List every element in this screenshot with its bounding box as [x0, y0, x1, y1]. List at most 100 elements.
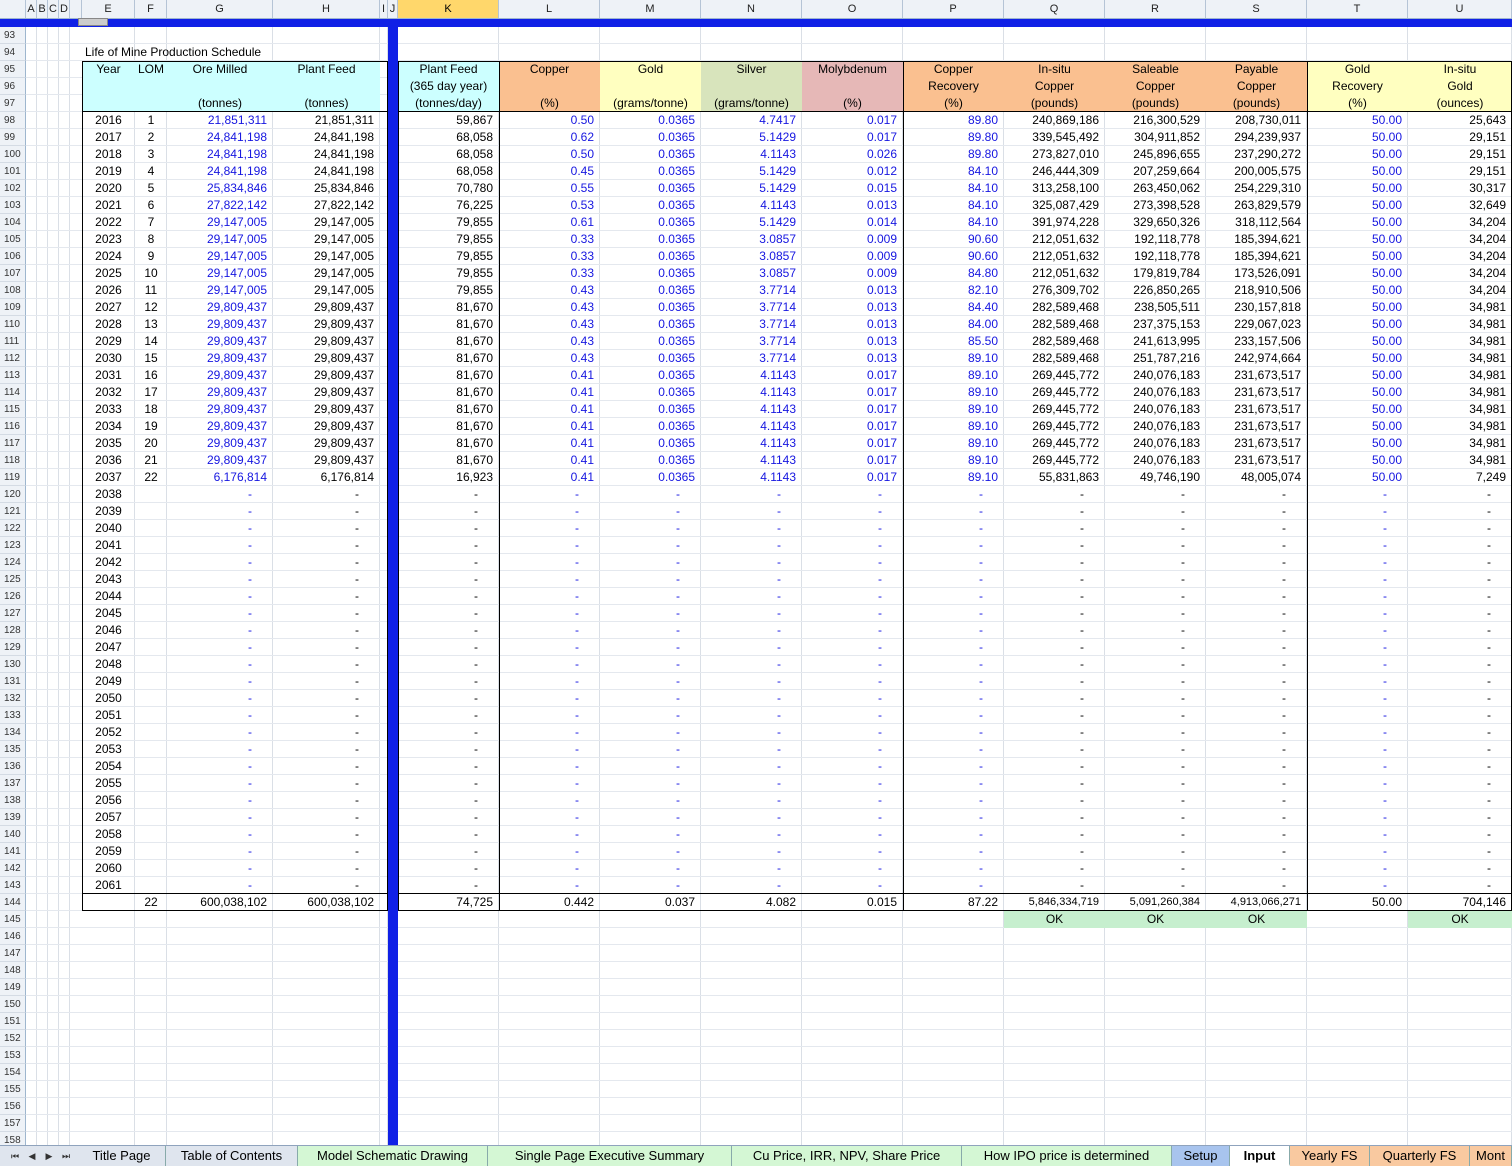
row-header[interactable]: 109 [0, 299, 26, 316]
table-cell[interactable]: - [903, 520, 989, 537]
table-cell[interactable]: - [600, 792, 686, 809]
table-cell[interactable]: 237,375,153 [1105, 316, 1206, 333]
table-cell[interactable]: 2016 [82, 112, 135, 129]
column-header-n[interactable]: N [701, 0, 802, 18]
table-cell[interactable]: - [1105, 639, 1191, 656]
table-cell[interactable]: 0.43 [499, 333, 600, 350]
table-cell[interactable]: 29,151 [1408, 129, 1512, 146]
table-cell[interactable]: - [1004, 758, 1090, 775]
table-cell[interactable]: 81,670 [398, 401, 499, 418]
table-cell[interactable]: 84.10 [903, 180, 1004, 197]
table-cell[interactable]: 0.012 [802, 163, 903, 180]
table-cell[interactable]: 318,112,564 [1206, 214, 1307, 231]
table-cell[interactable]: - [903, 707, 989, 724]
table-cell[interactable]: 218,910,506 [1206, 282, 1307, 299]
table-cell[interactable]: 18 [135, 401, 167, 418]
table-cell[interactable]: - [1408, 571, 1497, 588]
tab-input[interactable]: Input [1230, 1146, 1290, 1166]
table-cell[interactable]: 2027 [82, 299, 135, 316]
table-cell[interactable]: 313,258,100 [1004, 180, 1105, 197]
row-header[interactable]: 100 [0, 146, 26, 163]
table-cell[interactable]: - [903, 690, 989, 707]
table-cell[interactable]: 212,051,632 [1004, 265, 1105, 282]
table-cell[interactable]: 269,445,772 [1004, 384, 1105, 401]
table-cell[interactable]: - [802, 673, 888, 690]
table-cell[interactable]: - [1307, 707, 1393, 724]
table-cell[interactable]: 29,147,005 [167, 265, 273, 282]
table-cell[interactable]: 20 [135, 435, 167, 452]
table-cell[interactable]: - [1206, 520, 1292, 537]
table-cell[interactable]: - [273, 486, 365, 503]
table-cell[interactable]: - [273, 554, 365, 571]
table-cell[interactable]: 59,867 [398, 112, 499, 129]
table-cell[interactable]: 29,809,437 [273, 418, 380, 435]
tab-how-ipo-price-is-determined[interactable]: How IPO price is determined [962, 1146, 1172, 1166]
table-cell[interactable]: - [398, 809, 484, 826]
table-cell[interactable]: - [701, 571, 787, 588]
table-cell[interactable]: - [499, 826, 585, 843]
table-cell[interactable]: - [600, 775, 686, 792]
table-cell[interactable]: - [903, 724, 989, 741]
table-cell[interactable]: - [499, 503, 585, 520]
table-cell[interactable]: - [701, 792, 787, 809]
first-sheet-icon[interactable]: ⏮ [8, 1149, 22, 1163]
table-cell[interactable]: 0.0365 [600, 282, 701, 299]
table-cell[interactable]: - [701, 724, 787, 741]
table-cell[interactable]: 185,394,621 [1206, 231, 1307, 248]
table-cell[interactable]: 81,670 [398, 316, 499, 333]
table-cell[interactable]: - [903, 826, 989, 843]
table-cell[interactable]: 2032 [82, 384, 135, 401]
column-header-s[interactable]: S [1206, 0, 1307, 18]
table-cell[interactable]: 34,981 [1408, 384, 1512, 401]
table-cell[interactable]: 240,076,183 [1105, 418, 1206, 435]
column-header-b[interactable]: B [37, 0, 48, 18]
table-cell[interactable]: - [802, 554, 888, 571]
table-cell[interactable]: - [903, 571, 989, 588]
table-cell[interactable]: 29,151 [1408, 146, 1512, 163]
table-cell[interactable]: - [903, 792, 989, 809]
table-cell[interactable]: - [499, 520, 585, 537]
row-header[interactable]: 113 [0, 367, 26, 384]
table-cell[interactable]: 0.0365 [600, 367, 701, 384]
table-cell[interactable]: 3 [135, 146, 167, 163]
table-cell[interactable]: - [1307, 724, 1393, 741]
table-cell[interactable]: - [398, 639, 484, 656]
table-cell[interactable]: 0.013 [802, 299, 903, 316]
table-cell[interactable]: 27,822,142 [273, 197, 380, 214]
table-cell[interactable]: - [167, 656, 258, 673]
table-cell[interactable]: - [398, 741, 484, 758]
table-cell[interactable]: 0.0365 [600, 112, 701, 129]
select-all-corner[interactable] [0, 0, 26, 18]
column-header-d[interactable]: D [59, 0, 70, 18]
table-cell[interactable]: - [398, 503, 484, 520]
table-cell[interactable]: - [167, 537, 258, 554]
table-cell[interactable]: 0.0365 [600, 299, 701, 316]
table-cell[interactable]: 200,005,575 [1206, 163, 1307, 180]
table-cell[interactable]: - [1105, 809, 1191, 826]
table-cell[interactable]: 0.43 [499, 350, 600, 367]
row-header[interactable]: 145 [0, 911, 26, 928]
table-cell[interactable]: 24,841,198 [167, 163, 273, 180]
table-cell[interactable]: 8 [135, 231, 167, 248]
table-cell[interactable]: 34,981 [1408, 401, 1512, 418]
table-cell[interactable]: - [499, 809, 585, 826]
column-header-e[interactable]: E [82, 0, 135, 18]
table-cell[interactable]: - [701, 758, 787, 775]
table-cell[interactable]: - [1408, 707, 1497, 724]
table-cell[interactable]: 50.00 [1307, 163, 1408, 180]
table-cell[interactable]: 269,445,772 [1004, 418, 1105, 435]
table-cell[interactable]: 0.009 [802, 248, 903, 265]
table-cell[interactable]: 19 [135, 418, 167, 435]
table-cell[interactable]: - [167, 554, 258, 571]
table-cell[interactable]: - [398, 605, 484, 622]
table-cell[interactable]: - [273, 656, 365, 673]
table-cell[interactable]: - [1408, 843, 1497, 860]
table-cell[interactable]: 29,147,005 [167, 231, 273, 248]
table-cell[interactable]: - [499, 690, 585, 707]
table-cell[interactable]: 82.10 [903, 282, 1004, 299]
table-cell[interactable]: - [600, 707, 686, 724]
table-cell[interactable]: 2044 [82, 588, 135, 605]
table-cell[interactable]: - [903, 537, 989, 554]
table-cell[interactable]: - [1408, 792, 1497, 809]
table-cell[interactable]: - [802, 520, 888, 537]
